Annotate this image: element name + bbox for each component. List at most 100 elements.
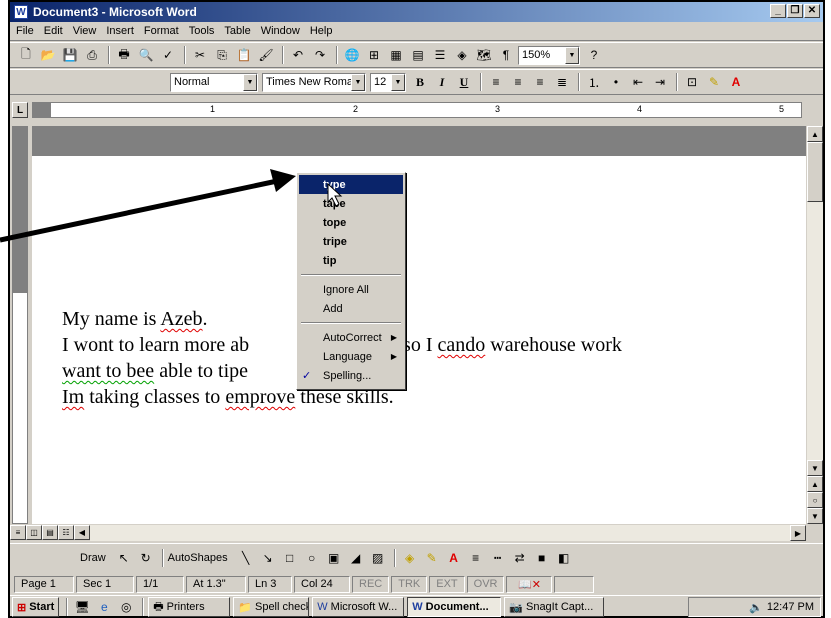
justify-icon[interactable]: ≣	[552, 72, 572, 92]
3d-icon[interactable]: ◧	[554, 548, 574, 568]
document-line-3[interactable]: want to bee able to tipe	[62, 360, 248, 383]
scroll-right-button[interactable]: ▶	[790, 525, 806, 541]
chevron-down-icon[interactable]: ▼	[243, 73, 257, 91]
close-button[interactable]: ✕	[804, 4, 820, 18]
menu-insert[interactable]: Insert	[106, 25, 134, 37]
vertical-ruler[interactable]	[12, 126, 28, 524]
shadow-icon[interactable]: ■	[532, 548, 552, 568]
align-right-icon[interactable]: ≡	[530, 72, 550, 92]
line-style-icon[interactable]: ≡	[466, 548, 486, 568]
line-icon[interactable]: ╲	[236, 548, 256, 568]
font-color-icon[interactable]: A	[726, 72, 746, 92]
suggestion-tip[interactable]: tip	[299, 251, 403, 270]
format-painter-icon[interactable]: 🖌	[256, 45, 276, 65]
misspelled-word[interactable]: Azeb	[160, 308, 202, 330]
desktop-icon[interactable]: 🖥	[72, 597, 92, 617]
insert-table-icon[interactable]: ▦	[386, 45, 406, 65]
word-app-icon[interactable]: W	[14, 5, 28, 19]
redo-icon[interactable]: ↷	[310, 45, 330, 65]
print-icon[interactable]: 🖶	[114, 45, 134, 65]
paste-icon[interactable]: 📋	[234, 45, 254, 65]
drawing-icon[interactable]: ◈	[452, 45, 472, 65]
grammar-error[interactable]: want to bee	[62, 360, 154, 382]
vertical-scrollbar[interactable]: ▲ ▼ ▲ ○ ▼	[807, 126, 823, 524]
scroll-left-button[interactable]: ◀	[74, 525, 90, 540]
volume-icon[interactable]: 🔈	[749, 601, 763, 614]
line-color-icon[interactable]: ✎	[422, 548, 442, 568]
tab-selector[interactable]: L	[12, 102, 28, 118]
undo-icon[interactable]: ↶	[288, 45, 308, 65]
status-trk[interactable]: TRK	[391, 575, 428, 593]
arrow-style-icon[interactable]: ⇄	[510, 548, 530, 568]
menu-format[interactable]: Format	[144, 25, 179, 37]
open-icon[interactable]: 📂	[38, 45, 58, 65]
chevron-down-icon[interactable]: ▼	[391, 73, 405, 91]
save-icon[interactable]: 💾	[60, 45, 80, 65]
help-icon[interactable]: ?	[584, 45, 604, 65]
chevron-down-icon[interactable]: ▼	[351, 73, 365, 91]
task-document[interactable]: W Document...	[407, 597, 502, 617]
ignore-all-item[interactable]: Ignore All	[299, 280, 403, 299]
misspelled-word[interactable]: emprove	[225, 386, 295, 408]
status-ovr[interactable]: OVR	[466, 575, 505, 593]
web-view-icon[interactable]: ◫	[26, 525, 42, 540]
scroll-down-button[interactable]: ▼	[807, 460, 823, 476]
suggestion-tripe[interactable]: tripe	[299, 232, 403, 251]
dash-style-icon[interactable]: ┅	[488, 548, 508, 568]
restore-button[interactable]: ❐	[787, 4, 803, 18]
fill-color-icon[interactable]: ◈	[400, 548, 420, 568]
cut-icon[interactable]: ✂	[190, 45, 210, 65]
bullets-icon[interactable]: •	[606, 72, 626, 92]
menu-table[interactable]: Table	[224, 25, 250, 37]
free-rotate-icon[interactable]: ↻	[136, 548, 156, 568]
menu-window[interactable]: Window	[261, 25, 300, 37]
align-center-icon[interactable]: ≡	[508, 72, 528, 92]
menu-view[interactable]: View	[73, 25, 97, 37]
hyperlink-icon[interactable]: 🌐	[342, 45, 362, 65]
font-color-icon[interactable]: A	[444, 548, 464, 568]
insert-excel-icon[interactable]: ▤	[408, 45, 428, 65]
style-select[interactable]: Normal ▼	[170, 72, 258, 92]
highlight-icon[interactable]: ✎	[704, 72, 724, 92]
show-hide-icon[interactable]: ¶	[496, 45, 516, 65]
draw-menu[interactable]: Draw	[80, 552, 106, 564]
suggestion-tape[interactable]: tape	[299, 194, 403, 213]
underline-button[interactable]: U	[454, 72, 474, 92]
chevron-down-icon[interactable]: ▼	[565, 46, 579, 64]
menu-tools[interactable]: Tools	[189, 25, 215, 37]
new-icon[interactable]: 🗋	[16, 45, 36, 65]
zoom-select[interactable]: 150% ▼	[518, 45, 580, 65]
spelling-icon[interactable]: ✓	[158, 45, 178, 65]
status-ext[interactable]: EXT	[429, 575, 465, 593]
menu-edit[interactable]: Edit	[44, 25, 63, 37]
document-line-1[interactable]: My name is Azeb.	[62, 308, 208, 331]
task-microsoft-word[interactable]: W Microsoft W...	[312, 597, 405, 617]
start-button[interactable]: ⊞ Start	[12, 597, 60, 617]
autoshapes-menu[interactable]: AutoShapes	[168, 552, 228, 564]
clock[interactable]: 12:47 PM	[767, 601, 814, 613]
scroll-thumb[interactable]	[807, 142, 823, 202]
minimize-button[interactable]: _	[770, 4, 786, 18]
menu-help[interactable]: Help	[310, 25, 333, 37]
tables-borders-icon[interactable]: ⊞	[364, 45, 384, 65]
columns-icon[interactable]: ☰	[430, 45, 450, 65]
task-printers[interactable]: 🖶 Printers	[148, 597, 231, 617]
suggestion-type[interactable]: type	[299, 175, 403, 194]
normal-view-icon[interactable]: ≡	[10, 525, 26, 540]
previous-page-button[interactable]: ▲	[807, 476, 823, 492]
print-preview-icon[interactable]: 🔍	[136, 45, 156, 65]
oval-icon[interactable]: ○	[302, 548, 322, 568]
next-page-button[interactable]: ▼	[807, 508, 823, 524]
document-map-icon[interactable]: 🗺	[474, 45, 494, 65]
misspelled-word[interactable]: cando	[438, 334, 486, 356]
decrease-indent-icon[interactable]: ⇤	[628, 72, 648, 92]
numbering-icon[interactable]: ⒈	[584, 72, 604, 92]
language-item[interactable]: Language ▶	[299, 347, 403, 366]
horizontal-ruler[interactable]: 1 2 3 4 5	[32, 102, 802, 118]
task-snagit[interactable]: 📷 SnagIt Capt...	[504, 597, 605, 617]
rectangle-icon[interactable]: □	[280, 548, 300, 568]
add-item[interactable]: Add	[299, 299, 403, 318]
permission-icon[interactable]: ⎙	[82, 45, 102, 65]
bold-button[interactable]: B	[410, 72, 430, 92]
scroll-up-button[interactable]: ▲	[807, 126, 823, 142]
